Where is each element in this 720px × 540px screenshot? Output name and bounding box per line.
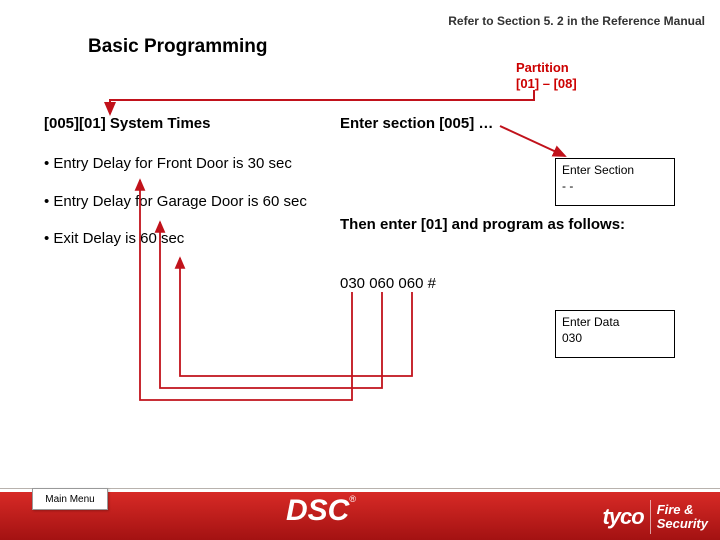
reference-line: Refer to Section 5. 2 in the Reference M… <box>448 14 705 28</box>
tyco-fs-line1: Fire & <box>657 503 708 517</box>
slide: Refer to Section 5. 2 in the Reference M… <box>0 0 720 540</box>
bullet-exit-delay: • Exit Delay is 60 sec <box>44 229 329 249</box>
bullet-entry-garage: • Entry Delay for Garage Door is 60 sec <box>44 192 329 212</box>
tyco-logo-text: tyco <box>602 504 643 530</box>
page-title: Basic Programming <box>88 36 268 58</box>
tyco-fire-security: Fire & Security <box>657 503 708 530</box>
left-column: [005][01] System Times • Entry Delay for… <box>44 115 329 267</box>
registered-icon: ® <box>349 494 356 504</box>
tyco-fs-line2: Security <box>657 517 708 531</box>
then-enter-text: Then enter [01] and program as follows: <box>340 215 640 235</box>
tyco-divider <box>650 500 651 534</box>
arrow-partition-to-heading <box>110 90 534 114</box>
partition-label: Partition [01] – [08] <box>516 60 577 93</box>
arrow-overlay <box>0 0 720 540</box>
bullet-entry-front: • Entry Delay for Front Door is 30 sec <box>44 154 329 174</box>
lcd-enter-section-cursor: - - <box>562 179 668 193</box>
partition-line1: Partition <box>516 60 577 76</box>
footer-divider <box>0 488 720 489</box>
dsc-logo: DSC® <box>286 494 396 526</box>
enter-section-heading: Enter section [005] … <box>340 115 705 132</box>
footer: DSC® tyco Fire & Security <box>0 478 720 540</box>
lcd-enter-section: Enter Section - - <box>555 158 675 206</box>
section-code-heading: [005][01] System Times <box>44 115 329 132</box>
data-sequence: 030 060 060 # <box>340 275 436 292</box>
main-menu-button[interactable]: Main Menu <box>32 488 108 510</box>
lcd-enter-data-label: Enter Data <box>562 315 668 329</box>
lcd-enter-data: Enter Data 030 <box>555 310 675 358</box>
right-column: Enter section [005] … <box>340 115 705 132</box>
tyco-logo: tyco Fire & Security <box>602 500 708 534</box>
lcd-enter-data-cursor: 030 <box>562 331 668 345</box>
partition-line2: [01] – [08] <box>516 76 577 92</box>
dsc-logo-text: DSC <box>286 494 349 527</box>
lcd-enter-section-label: Enter Section <box>562 163 668 177</box>
